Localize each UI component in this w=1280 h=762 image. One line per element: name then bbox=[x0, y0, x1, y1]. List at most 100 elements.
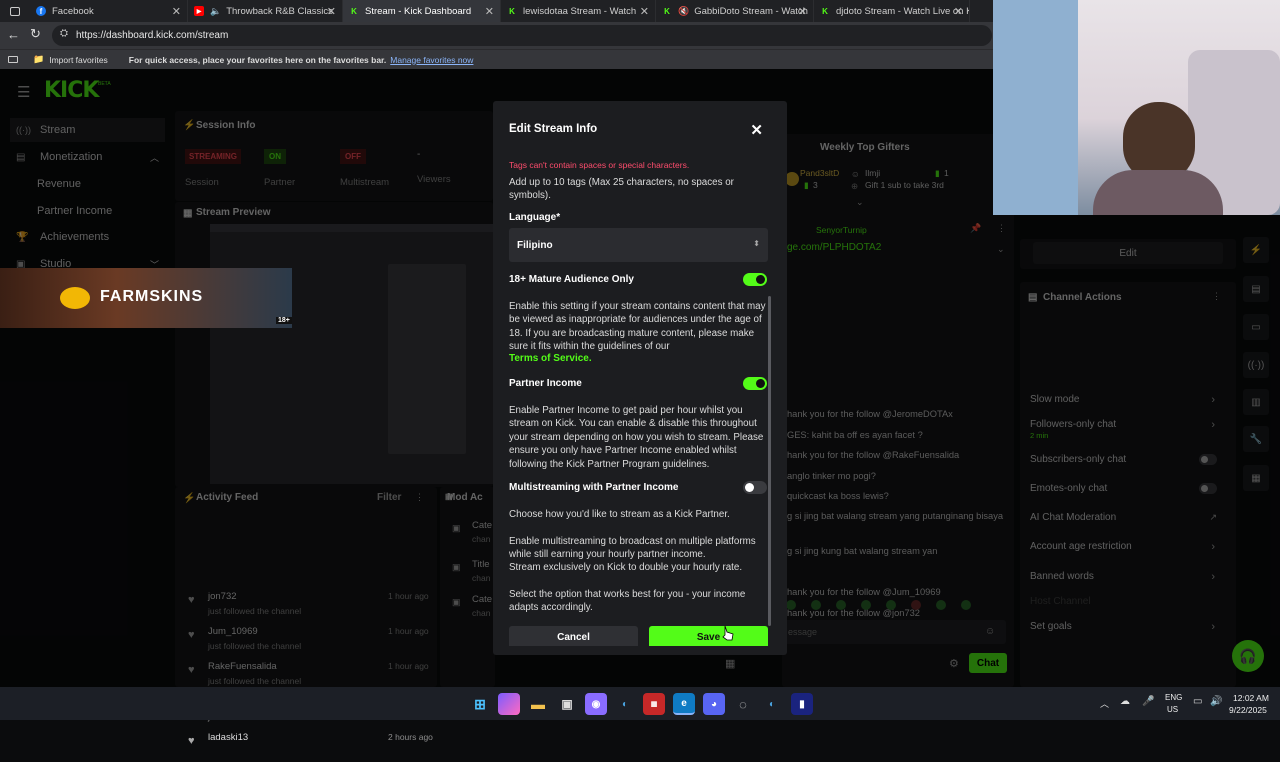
sidebar-item-partner-income[interactable]: Partner Income bbox=[10, 199, 165, 223]
channel-action-item[interactable]: Slow mode › bbox=[1030, 394, 1225, 410]
modal-scrollbar[interactable] bbox=[768, 296, 771, 626]
tab-youtube[interactable]: ▶ 🔈 Throwback R&B Classics ✕ bbox=[188, 0, 343, 22]
import-favorites-link[interactable]: Import favorites bbox=[49, 55, 108, 65]
second-gifter-name[interactable]: Ilmji bbox=[865, 168, 880, 178]
back-icon[interactable]: ← bbox=[7, 27, 20, 42]
support-headset-icon[interactable]: 🎧 bbox=[1232, 640, 1264, 672]
url-input[interactable]: ⛭ https://dashboard.kick.com/stream bbox=[52, 25, 992, 46]
site-info-icon[interactable]: ⛭ bbox=[60, 28, 68, 39]
sidebar-item-revenue[interactable]: Revenue bbox=[10, 172, 165, 196]
clock-date[interactable]: 9/22/2025 bbox=[1229, 705, 1267, 715]
channel-action-item[interactable]: Followers-only chat 2 min › bbox=[1030, 419, 1225, 440]
close-tab-icon[interactable]: ✕ bbox=[954, 5, 963, 18]
emoji-icon[interactable]: ☺ bbox=[985, 626, 995, 637]
toggle-switch[interactable] bbox=[1199, 483, 1217, 494]
discord-icon[interactable]: ◕ bbox=[703, 693, 725, 715]
emote-icon[interactable] bbox=[811, 600, 821, 610]
emote-icon[interactable] bbox=[961, 600, 971, 610]
tab-facebook[interactable]: f Facebook ✕ bbox=[30, 0, 188, 22]
close-icon[interactable]: ✕ bbox=[750, 121, 763, 139]
pinned-user[interactable]: SenyorTurnip bbox=[816, 225, 867, 235]
tab-actions-icon[interactable] bbox=[0, 0, 30, 22]
partner-income-toggle[interactable] bbox=[743, 377, 767, 390]
chat-icon[interactable]: ▭ bbox=[1243, 314, 1269, 340]
copilot-icon[interactable] bbox=[498, 693, 520, 715]
emote-icon[interactable] bbox=[786, 600, 796, 610]
app-icon[interactable]: ▦ bbox=[643, 693, 665, 715]
edit-button[interactable]: Edit bbox=[1033, 242, 1223, 264]
pinned-link[interactable]: ge.com/PLPHDOTA2 bbox=[787, 242, 881, 253]
manage-favorites-link[interactable]: Manage favorites now bbox=[390, 55, 473, 65]
tab-gabbidoto[interactable]: K 🔇 GabbiDoto Stream - Watch ✕ bbox=[656, 0, 814, 22]
start-icon[interactable]: ⊞ bbox=[469, 693, 491, 715]
activity-filter-button[interactable]: Filter bbox=[377, 492, 401, 503]
emote-icon[interactable] bbox=[861, 600, 871, 610]
flash-icon[interactable]: ⚡ bbox=[1243, 237, 1269, 263]
channel-action-item[interactable]: Emotes-only chat bbox=[1030, 483, 1225, 499]
close-tab-icon[interactable]: ✕ bbox=[485, 5, 494, 18]
activity-user[interactable]: RakeFuensalida bbox=[208, 661, 277, 672]
language-indicator[interactable]: ENG bbox=[1165, 693, 1182, 702]
cancel-button[interactable]: Cancel bbox=[509, 626, 638, 646]
channel-action-item[interactable]: Banned words › bbox=[1030, 571, 1225, 587]
steam-icon[interactable]: ◐ bbox=[761, 693, 783, 715]
edge-icon[interactable]: e bbox=[673, 693, 695, 715]
more-icon[interactable]: ⋮ bbox=[415, 492, 424, 503]
close-tab-icon[interactable]: ✕ bbox=[172, 5, 181, 18]
emote-icon[interactable] bbox=[911, 600, 921, 610]
tab-lewisdotaa[interactable]: Klewisdotaa Stream - Watch ✕ bbox=[501, 0, 656, 22]
close-tab-icon[interactable]: ✕ bbox=[640, 5, 649, 18]
language-select[interactable]: Filipino ⬍ bbox=[509, 228, 768, 262]
terms-of-service-link[interactable]: Terms of Service. bbox=[509, 353, 592, 364]
app-icon[interactable]: ▮ bbox=[791, 693, 813, 715]
channel-action-item[interactable]: Host Channel bbox=[1030, 596, 1225, 612]
mature-toggle[interactable] bbox=[743, 273, 767, 286]
chevron-down-icon[interactable]: ⌄ bbox=[997, 244, 1005, 255]
multistream-toggle[interactable] bbox=[743, 481, 767, 494]
channel-action-item[interactable]: Account age restriction › bbox=[1030, 541, 1225, 557]
broadcast-icon[interactable]: ((·)) bbox=[1243, 352, 1269, 378]
more-icon[interactable]: ⋮ bbox=[997, 223, 1006, 234]
channel-action-item[interactable]: Set goals › bbox=[1030, 621, 1225, 637]
external-link-icon[interactable]: ↗ bbox=[1209, 512, 1217, 523]
cloud-icon[interactable]: ☁ bbox=[1120, 696, 1130, 707]
channel-action-item[interactable]: AI Chat Moderation ↗ bbox=[1030, 512, 1225, 528]
sidebar-item-stream[interactable]: ((·)) Stream bbox=[10, 118, 165, 142]
pin-icon[interactable]: 📌 bbox=[970, 223, 981, 234]
channel-action-item[interactable]: Subscribers-only chat bbox=[1030, 454, 1225, 470]
activity-user[interactable]: jon732 bbox=[208, 591, 237, 602]
chat-send-button[interactable]: Chat bbox=[969, 653, 1007, 673]
reload-icon[interactable]: ↻ bbox=[30, 26, 41, 42]
file-explorer-icon[interactable]: ▬ bbox=[527, 693, 549, 715]
activity-user[interactable]: ladaski13 bbox=[208, 732, 248, 743]
tab-kick-dashboard[interactable]: K Stream - Kick Dashboard ✕ bbox=[343, 0, 501, 22]
top-gifter-name[interactable]: Pand3sltD bbox=[800, 168, 839, 178]
speaker-icon[interactable]: 🔈 bbox=[210, 6, 221, 17]
tray-chevron-icon[interactable]: ︿ bbox=[1100, 697, 1109, 710]
wrench-icon[interactable]: 🔧 bbox=[1243, 426, 1269, 452]
steam-icon[interactable]: ◐ bbox=[614, 693, 636, 715]
collapse-icon[interactable]: ⌄ bbox=[856, 197, 864, 208]
toggle-switch[interactable] bbox=[1199, 454, 1217, 465]
emote-icon[interactable] bbox=[936, 600, 946, 610]
store-icon[interactable]: ▣ bbox=[556, 693, 578, 715]
close-tab-icon[interactable]: ✕ bbox=[327, 5, 336, 18]
app-icon[interactable]: ◉ bbox=[585, 693, 607, 715]
chat-input[interactable]: essage bbox=[784, 620, 1006, 644]
region-indicator[interactable]: US bbox=[1167, 705, 1178, 714]
calendar-icon[interactable]: ▦ bbox=[725, 657, 735, 670]
app-icon[interactable]: ◌ bbox=[732, 693, 754, 715]
save-button[interactable]: Save bbox=[649, 626, 768, 646]
kick-logo[interactable]: KICK bbox=[44, 78, 99, 103]
more-icon[interactable]: ⋮ bbox=[1212, 291, 1221, 302]
volume-icon[interactable]: 🔊 bbox=[1210, 696, 1222, 707]
emote-icon[interactable] bbox=[836, 600, 846, 610]
menu-icon[interactable]: ☰ bbox=[17, 83, 30, 101]
emote-icon[interactable] bbox=[886, 600, 896, 610]
grid-icon[interactable]: ▦ bbox=[1243, 465, 1269, 491]
sidebar-item-monetization[interactable]: ▤ Monetization ︿ bbox=[10, 145, 165, 169]
sidebar-item-achievements[interactable]: 🏆 Achievements bbox=[10, 225, 165, 249]
activity-user[interactable]: Jum_10969 bbox=[208, 626, 258, 637]
microphone-icon[interactable]: 🎤 bbox=[1142, 696, 1154, 707]
network-icon[interactable]: ▭ bbox=[1193, 696, 1202, 707]
